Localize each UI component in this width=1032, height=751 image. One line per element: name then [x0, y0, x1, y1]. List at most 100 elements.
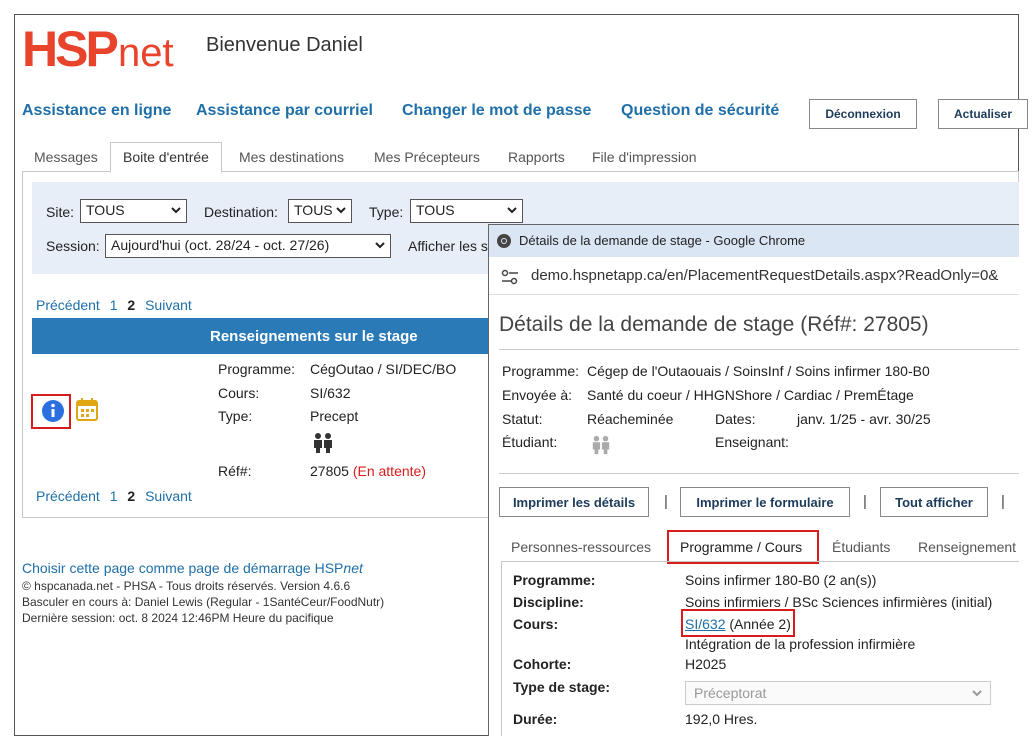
detail-discipline-value: Soins infirmiers / BSc Sciences infirmiè…	[685, 594, 993, 610]
site-select[interactable]: TOUS	[80, 199, 187, 223]
show-label: Afficher les s	[408, 238, 488, 254]
stage-programme-label: Programme:	[218, 361, 296, 377]
separator: |	[664, 493, 668, 510]
copyright-text: © hspcanada.net - PHSA - Tous droits rés…	[22, 579, 351, 593]
popup-window-title: Détails de la demande de stage - Google …	[519, 233, 806, 248]
course-link[interactable]: SI/632	[685, 616, 725, 632]
people-icon	[314, 433, 332, 453]
placement-type-select[interactable]: Préceptorat	[685, 681, 991, 705]
email-help-link[interactable]: Assistance par courriel	[196, 102, 373, 120]
course-year: (Année 2)	[729, 616, 791, 632]
tab-my-destinations[interactable]: Mes destinations	[239, 149, 344, 165]
destination-select[interactable]: TOUS	[288, 199, 352, 223]
last-session-text: Dernière session: oct. 8 2024 12:46PM He…	[22, 611, 334, 625]
tab-contacts[interactable]: Personnes-ressources	[511, 539, 651, 555]
session-select-value: Aujourd'hui (oct. 28/24 - oct. 27/26)	[111, 237, 330, 253]
main-tabs: Messages Boite d'entrée Mes destinations…	[22, 142, 1019, 173]
separator: |	[1001, 493, 1005, 510]
chrome-icon	[497, 234, 511, 248]
stage-ref-line: 27805 (En attente)	[310, 463, 426, 479]
placement-type-value: Préceptorat	[694, 685, 767, 701]
tab-reports[interactable]: Rapports	[508, 149, 565, 165]
divider	[499, 349, 1019, 350]
placement-details-popup: Détails de la demande de stage - Google …	[488, 224, 1019, 736]
switch-user-text: Basculer en cours à: Daniel Lewis (Regul…	[22, 595, 385, 609]
set-startpage-text: Choisir cette page comme page de démarra…	[22, 560, 344, 576]
session-select[interactable]: Aujourd'hui (oct. 28/24 - oct. 27/26)	[105, 234, 391, 258]
popup-statut-value: Réacheminée	[587, 411, 674, 427]
separator: |	[863, 493, 867, 510]
detail-cours-label: Cours:	[513, 616, 559, 632]
detail-discipline-label: Discipline:	[513, 594, 584, 610]
online-help-link[interactable]: Assistance en ligne	[22, 102, 171, 120]
chevron-down-icon	[507, 207, 517, 214]
refresh-button[interactable]: Actualiser	[938, 99, 1028, 129]
stage-info-header: Renseignements sur le stage	[32, 318, 492, 354]
detail-duree-value: 192,0 Hres.	[685, 711, 758, 727]
stage-ref-label: Réf#:	[218, 463, 252, 479]
set-startpage-net: net	[343, 560, 363, 576]
chevron-down-icon	[972, 690, 982, 697]
logout-button[interactable]: Déconnexion	[809, 99, 917, 129]
popup-dates-value: janv. 1/25 - avr. 30/25	[797, 411, 931, 427]
pager-previous-link[interactable]: Précédent	[36, 488, 100, 504]
tab-messages[interactable]: Messages	[34, 149, 98, 165]
popup-programme-label: Programme:	[502, 363, 580, 379]
tab-info[interactable]: Renseignement	[918, 539, 1016, 555]
tab-program-course[interactable]: Programme / Cours	[680, 539, 802, 555]
pager-previous-link[interactable]: Précédent	[36, 297, 100, 313]
pager-next-link[interactable]: Suivant	[145, 488, 192, 504]
detail-cohorte-label: Cohorte:	[513, 656, 572, 672]
popup-etudiant-label: Étudiant:	[502, 434, 558, 450]
pager-page-2: 2	[127, 297, 136, 313]
detail-cohorte-value: H2025	[685, 656, 727, 672]
site-settings-icon[interactable]	[501, 269, 519, 285]
tab-inbox[interactable]: Boite d'entrée	[110, 142, 222, 173]
print-form-button[interactable]: Imprimer le formulaire	[680, 487, 850, 517]
destination-select-value: TOUS	[294, 202, 333, 218]
popup-dates-label: Dates:	[715, 411, 756, 427]
popup-address-bar[interactable]: demo.hspnetapp.ca/en/PlacementRequestDet…	[489, 257, 1019, 295]
popup-envoyee-label: Envoyée à:	[502, 387, 573, 403]
pager-next-link[interactable]: Suivant	[145, 297, 192, 313]
pager-page-1[interactable]: 1	[110, 488, 118, 504]
pager-bottom: Précédent 1 2 Suivant	[36, 488, 198, 504]
stage-type-value: Precept	[310, 408, 359, 424]
type-select[interactable]: TOUS	[410, 199, 523, 223]
stage-cours-value: SI/632	[310, 385, 351, 401]
stage-programme-value: CégOutao / SI/DEC/BO	[310, 361, 457, 377]
type-select-value: TOUS	[416, 202, 455, 218]
print-details-button[interactable]: Imprimer les détails	[499, 487, 649, 517]
detail-programme-value: Soins infirmer 180-B0 (2 an(s))	[685, 572, 877, 588]
tab-my-preceptors[interactable]: Mes Précepteurs	[374, 149, 480, 165]
svg-text:HSP: HSP	[22, 21, 117, 74]
stage-type-label: Type:	[218, 408, 253, 424]
stage-status-badge: (En attente)	[352, 463, 426, 479]
detail-cours-value: SI/632 (Année 2)	[685, 616, 791, 632]
calendar-icon[interactable]	[76, 397, 98, 421]
tab-students[interactable]: Étudiants	[832, 539, 890, 555]
pager-page-2: 2	[127, 488, 136, 504]
set-startpage-link[interactable]: Choisir cette page comme page de démarra…	[22, 560, 363, 576]
chevron-down-icon	[171, 207, 181, 214]
popup-envoyee-value: Santé du coeur / HHGNShore / Cardiac / P…	[587, 387, 914, 403]
chevron-down-icon	[336, 207, 346, 214]
divider	[499, 473, 1019, 474]
popup-url-text: demo.hspnetapp.ca/en/PlacementRequestDet…	[531, 267, 999, 284]
pager-top: Précédent 1 2 Suivant	[36, 297, 198, 313]
stage-ref-value: 27805	[310, 463, 349, 479]
detail-type-label: Type de stage:	[513, 679, 610, 695]
popup-enseignant-label: Enseignant:	[715, 434, 789, 450]
change-password-link[interactable]: Changer le mot de passe	[402, 102, 591, 120]
show-all-button[interactable]: Tout afficher	[880, 487, 988, 517]
security-question-link[interactable]: Question de sécurité	[621, 102, 779, 120]
destination-label: Destination:	[204, 204, 278, 220]
site-select-value: TOUS	[86, 202, 125, 218]
pager-page-1[interactable]: 1	[110, 297, 118, 313]
people-icon	[592, 435, 610, 455]
tab-print-queue[interactable]: File d'impression	[592, 149, 697, 165]
popup-statut-label: Statut:	[502, 411, 543, 427]
site-label: Site:	[46, 204, 75, 220]
session-label: Session:	[46, 238, 100, 254]
info-icon[interactable]	[41, 399, 65, 423]
